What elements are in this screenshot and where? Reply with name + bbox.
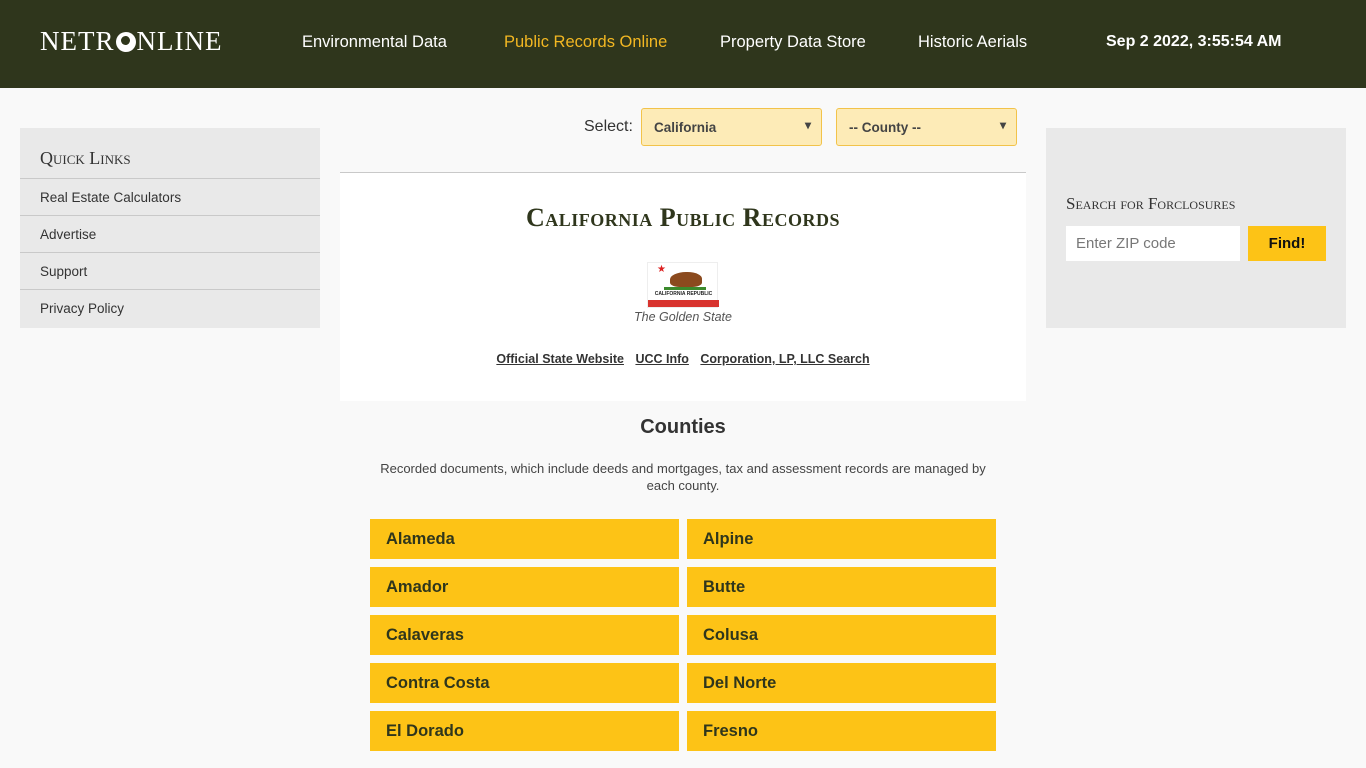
flag-caption: CALIFORNIA REPUBLIC	[654, 291, 713, 297]
county-select-value: -- County --	[849, 120, 921, 135]
county-select[interactable]: -- County -- ▾	[836, 108, 1017, 146]
state-select-value: California	[654, 120, 717, 135]
site-header: NETR NLINE Environmental Data Public Reco…	[0, 0, 1366, 88]
county-button-calaveras[interactable]: Calaveras	[370, 615, 679, 655]
county-button-colusa[interactable]: Colusa	[687, 615, 996, 655]
flag-grass	[664, 287, 706, 290]
select-label: Select:	[584, 118, 633, 135]
nav-historic-aerials[interactable]: Historic Aerials	[918, 33, 1027, 52]
county-button-contra-costa[interactable]: Contra Costa	[370, 663, 679, 703]
bear-icon	[670, 272, 702, 287]
county-button-del-norte[interactable]: Del Norte	[687, 663, 996, 703]
state-links: Official State Website UCC Info Corporat…	[340, 352, 1026, 366]
foreclosure-search-title: Search for Forclosures	[1066, 194, 1236, 213]
official-state-website-link[interactable]: Official State Website	[496, 352, 624, 366]
county-button-alameda[interactable]: Alameda	[370, 519, 679, 559]
quick-links-panel: Quick Links Real Estate Calculators Adve…	[20, 128, 320, 328]
counties-heading: Counties	[640, 416, 726, 438]
logo-text-left: NETR	[40, 26, 115, 56]
logo-text-right: NLINE	[136, 26, 223, 56]
state-select[interactable]: California ▾	[641, 108, 822, 146]
california-flag-image: ★ CALIFORNIA REPUBLIC	[647, 262, 719, 308]
foreclosure-search-panel: Search for Forclosures Find!	[1046, 128, 1346, 328]
flag-stripe	[648, 300, 719, 307]
county-button-el-dorado[interactable]: El Dorado	[370, 711, 679, 751]
county-button-butte[interactable]: Butte	[687, 567, 996, 607]
sidebar-item-advertise[interactable]: Advertise	[20, 216, 320, 253]
zip-code-input[interactable]	[1066, 226, 1240, 261]
corporation-search-link[interactable]: Corporation, LP, LLC Search	[700, 352, 869, 366]
nav-property-data-store[interactable]: Property Data Store	[720, 33, 866, 52]
sidebar-item-support[interactable]: Support	[20, 253, 320, 290]
chevron-down-icon: ▾	[999, 118, 1006, 132]
sidebar-item-real-estate-calculators[interactable]: Real Estate Calculators	[20, 179, 320, 216]
globe-icon	[115, 32, 136, 52]
nav-environmental-data[interactable]: Environmental Data	[302, 33, 447, 52]
star-icon: ★	[657, 264, 666, 275]
find-button[interactable]: Find!	[1248, 226, 1326, 261]
state-info-card: California Public Records ★ CALIFORNIA R…	[340, 172, 1026, 401]
sidebar-item-privacy-policy[interactable]: Privacy Policy	[20, 290, 320, 327]
state-nickname: The Golden State	[634, 310, 732, 324]
chevron-down-icon: ▾	[804, 118, 811, 132]
ucc-info-link[interactable]: UCC Info	[635, 352, 688, 366]
quick-links-title: Quick Links	[20, 128, 320, 179]
county-list: Alameda Alpine Amador Butte Calaveras Colusa C…	[370, 519, 996, 751]
county-button-amador[interactable]: Amador	[370, 567, 679, 607]
county-button-alpine[interactable]: Alpine	[687, 519, 996, 559]
county-button-fresno[interactable]: Fresno	[687, 711, 996, 751]
counties-description: Recorded documents, which include deeds …	[380, 461, 986, 493]
nav-public-records-online[interactable]: Public Records Online	[504, 33, 667, 52]
datetime-display: Sep 2 2022, 3:55:54 AM	[1106, 33, 1282, 50]
netronline-logo[interactable]: NETR NLINE	[40, 26, 222, 57]
page-title: California Public Records	[526, 203, 840, 232]
